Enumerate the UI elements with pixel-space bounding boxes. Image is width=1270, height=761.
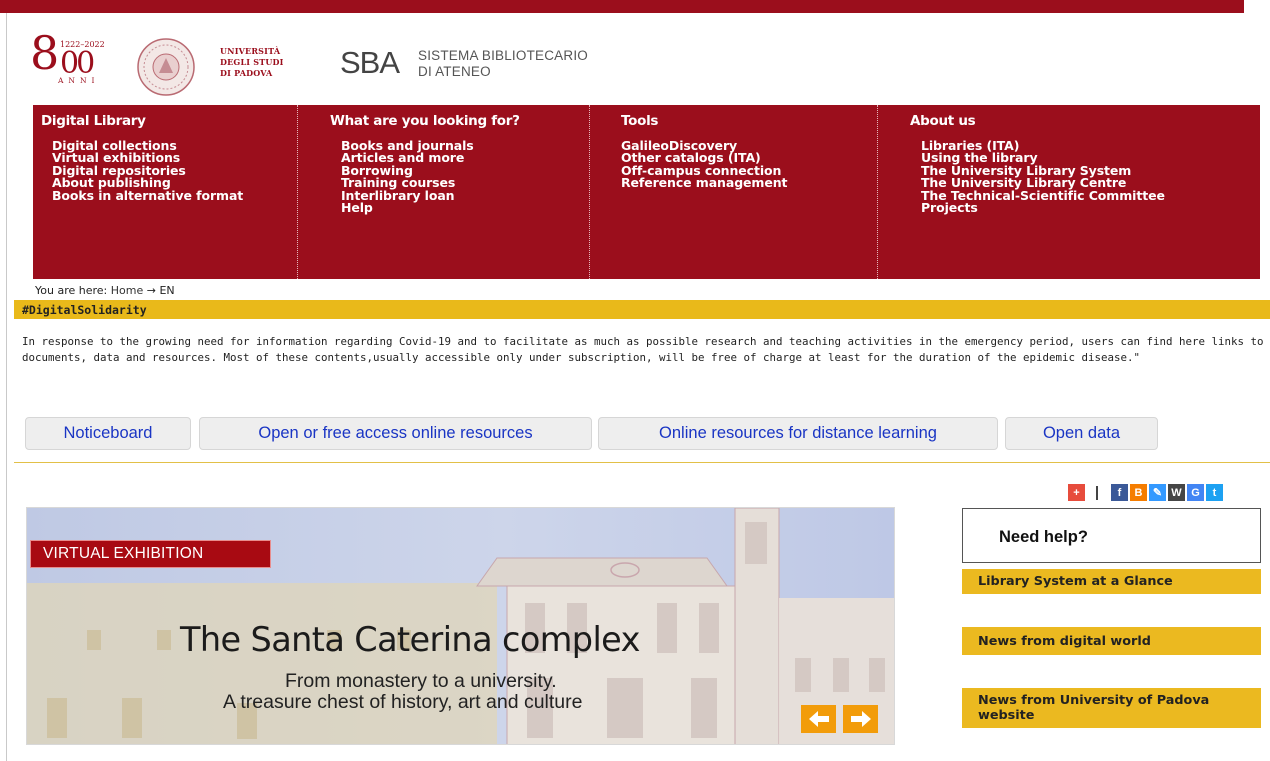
hero-carousel[interactable]: VIRTUAL EXHIBITION The Santa Caterina co… xyxy=(26,507,895,745)
need-help-label: Need help? xyxy=(999,528,1088,546)
section-divider xyxy=(14,462,1270,463)
university-name[interactable]: UNIVERSITÀ DEGLI STUDI DI PADOVA xyxy=(220,46,284,79)
logo-digit: 8 xyxy=(30,26,60,80)
sba-name-line: SISTEMA BIBLIOTECARIO xyxy=(418,48,588,63)
carousel-next-button[interactable] xyxy=(843,705,878,733)
university-name-line: UNIVERSITÀ xyxy=(220,46,281,56)
anniversary-logo[interactable]: 8 1222–2022 00 ANNI xyxy=(30,30,122,85)
news-digital-world-button[interactable]: News from digital world xyxy=(962,627,1261,655)
sba-logo[interactable]: SBA xyxy=(340,46,406,76)
breadcrumb-current: EN xyxy=(159,284,175,297)
menu-item[interactable]: Books in alternative format xyxy=(52,189,243,202)
library-system-glance-button[interactable]: Library System at a Glance xyxy=(962,569,1261,594)
wordpress-icon[interactable]: W xyxy=(1168,484,1185,501)
share-toolbar: + f B ✎ W G t xyxy=(1068,484,1223,501)
tab-open-access-resources[interactable]: Open or free access online resources xyxy=(199,417,592,450)
menu-item[interactable]: Projects xyxy=(921,201,1165,214)
need-help-box[interactable]: Need help? xyxy=(962,508,1261,563)
hero-title: The Santa Caterina complex xyxy=(180,620,640,659)
main-navigation: Digital Library Digital collections Virt… xyxy=(33,105,1260,279)
sba-name-line: DI ATENEO xyxy=(418,64,491,79)
menu-heading[interactable]: About us xyxy=(910,113,976,129)
menu-heading[interactable]: What are you looking for? xyxy=(330,113,520,129)
breadcrumb: You are here: Home → EN xyxy=(35,284,175,297)
university-seal-icon[interactable] xyxy=(130,37,202,97)
menu-column-digital-library: Digital Library Digital collections Virt… xyxy=(33,105,298,279)
logo-anni: ANNI xyxy=(58,76,100,85)
menu-column-tools: Tools GalileoDiscovery Other catalogs (I… xyxy=(591,105,878,279)
tab-open-data[interactable]: Open data xyxy=(1005,417,1158,450)
section-header-label: #DigitalSolidarity xyxy=(22,303,147,317)
menu-item[interactable]: Reference management xyxy=(621,176,788,189)
page-left-border xyxy=(6,13,7,761)
tab-distance-learning[interactable]: Online resources for distance learning xyxy=(598,417,998,450)
hero-subtitle: From monastery to a university. xyxy=(285,670,557,692)
hero-subtitle: A treasure chest of history, art and cul… xyxy=(223,691,583,713)
logo-zeros: 00 xyxy=(60,46,95,81)
carousel-prev-button[interactable] xyxy=(801,705,836,733)
sba-name[interactable]: SISTEMA BIBLIOTECARIO DI ATENEO xyxy=(418,48,588,80)
top-brand-strip xyxy=(0,0,1244,13)
plus-icon[interactable]: + xyxy=(1068,484,1085,501)
delicious-icon[interactable]: ✎ xyxy=(1149,484,1166,501)
section-header-bar: #DigitalSolidarity xyxy=(14,300,1270,319)
menu-heading[interactable]: Tools xyxy=(621,113,658,129)
share-separator xyxy=(1096,485,1098,500)
menu-column-about-us: About us Libraries (ITA) Using the libra… xyxy=(879,105,1260,279)
facebook-icon[interactable]: f xyxy=(1111,484,1128,501)
intro-paragraph: In response to the growing need for info… xyxy=(22,335,1264,364)
exhibition-badge: VIRTUAL EXHIBITION xyxy=(30,540,271,568)
breadcrumb-home-link[interactable]: Home xyxy=(111,284,143,297)
blogger-icon[interactable]: B xyxy=(1130,484,1147,501)
sba-logo-text: SBA xyxy=(340,46,400,76)
news-university-website-button[interactable]: News from University of Padova website xyxy=(962,688,1261,728)
breadcrumb-prefix: You are here: xyxy=(35,284,108,297)
menu-heading[interactable]: Digital Library xyxy=(41,113,146,129)
twitter-icon[interactable]: t xyxy=(1206,484,1223,501)
arrow-left-icon xyxy=(808,711,829,727)
university-name-line: DEGLI STUDI xyxy=(220,57,284,67)
menu-item[interactable]: Help xyxy=(341,201,474,214)
arrow-right-icon xyxy=(850,711,871,727)
google-icon[interactable]: G xyxy=(1187,484,1204,501)
menu-column-looking-for: What are you looking for? Books and jour… xyxy=(299,105,590,279)
university-name-line: DI PADOVA xyxy=(220,68,273,78)
tab-noticeboard[interactable]: Noticeboard xyxy=(25,417,191,450)
breadcrumb-arrow-icon: → xyxy=(146,284,156,297)
